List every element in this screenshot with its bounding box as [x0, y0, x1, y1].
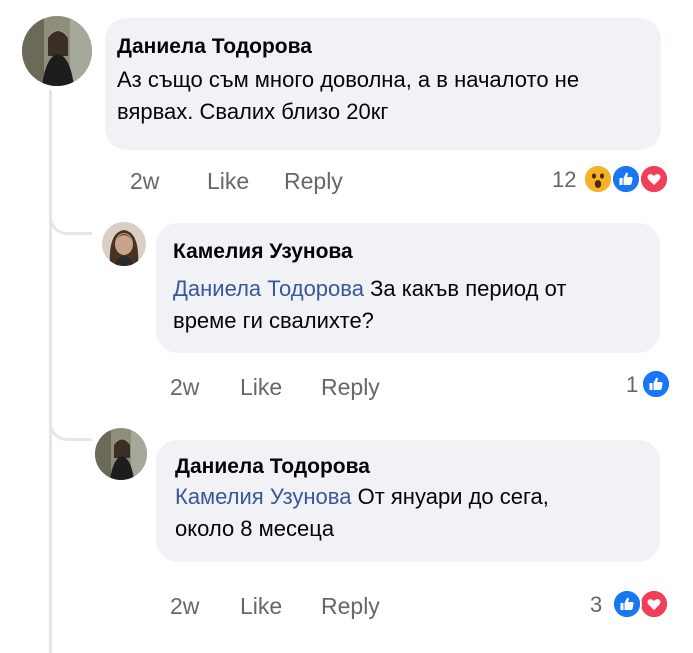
comment-author[interactable]: Даниела Тодорова	[117, 35, 312, 59]
like-button[interactable]: Like	[207, 168, 249, 195]
thread-line	[49, 90, 52, 653]
reaction-count[interactable]: 3	[590, 592, 602, 618]
mention-link[interactable]: Камелия Узунова	[175, 484, 351, 509]
like-icon[interactable]	[641, 369, 671, 399]
comment-text: Камелия Узунова От януари до сега, около…	[175, 481, 655, 545]
comment-timestamp[interactable]: 2w	[170, 374, 199, 401]
comment-text-line: около 8 месеца	[175, 516, 335, 541]
comment-text-line: Камелия Узунова От януари до сега,	[175, 481, 655, 513]
comment-text-span: От януари до сега,	[351, 484, 549, 509]
avatar[interactable]	[95, 428, 147, 480]
comment-timestamp[interactable]: 2w	[130, 168, 159, 195]
reply-button[interactable]: Reply	[284, 168, 343, 195]
reaction-count[interactable]: 1	[626, 372, 638, 398]
avatar[interactable]	[102, 222, 146, 266]
comment-text-line: вярвах. Свалих близо 20кг	[117, 99, 389, 124]
reply-connector	[49, 206, 92, 235]
comment-text-line: Даниела Тодорова За какъв период от	[173, 273, 653, 305]
like-button[interactable]: Like	[240, 593, 282, 620]
wow-icon[interactable]	[583, 164, 613, 194]
love-icon[interactable]	[639, 589, 669, 619]
comment-text-span: За какъв период от	[363, 276, 567, 301]
mention-link[interactable]: Даниела Тодорова	[173, 276, 364, 301]
reaction-count[interactable]: 12	[552, 167, 576, 193]
love-icon[interactable]	[639, 164, 669, 194]
comment-author[interactable]: Камелия Узунова	[173, 240, 353, 264]
like-icon[interactable]	[611, 164, 641, 194]
reply-connector	[49, 412, 92, 441]
reply-button[interactable]: Reply	[321, 374, 380, 401]
comment-timestamp[interactable]: 2w	[170, 593, 199, 620]
like-icon[interactable]	[612, 589, 642, 619]
comment-text-line: Аз също съм много доволна, а в началото …	[117, 67, 580, 92]
comment-author[interactable]: Даниела Тодорова	[175, 455, 370, 479]
reply-button[interactable]: Reply	[321, 593, 380, 620]
comment-text: Даниела Тодорова За какъв период от врем…	[173, 273, 653, 337]
comment-text: Аз също съм много доволна, а в началото …	[117, 64, 657, 128]
avatar[interactable]	[22, 16, 92, 86]
like-button[interactable]: Like	[240, 374, 282, 401]
comment-text-line: време ги свалихте?	[173, 308, 374, 333]
